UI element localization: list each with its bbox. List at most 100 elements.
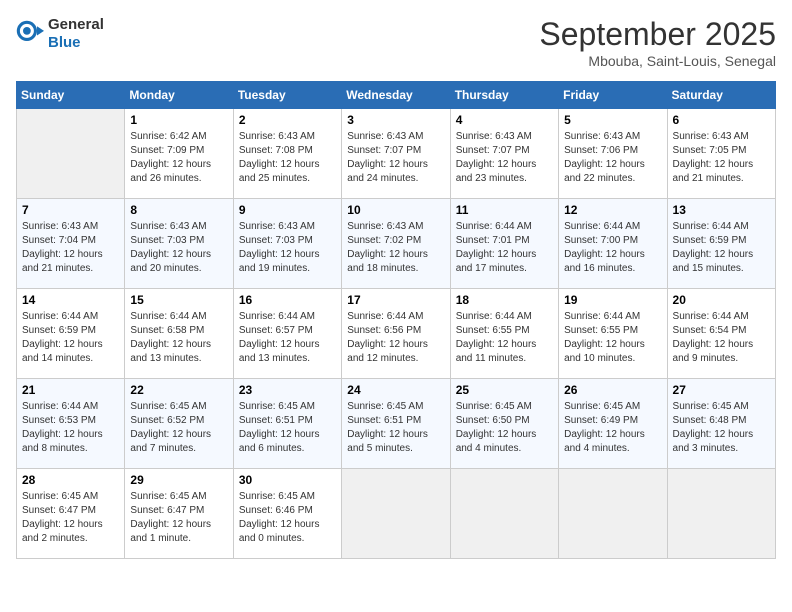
day-number: 20	[673, 293, 770, 307]
day-number: 7	[22, 203, 119, 217]
day-number: 24	[347, 383, 444, 397]
day-info: Sunrise: 6:43 AMSunset: 7:03 PMDaylight:…	[130, 220, 227, 276]
day-info: Sunrise: 6:44 AMSunset: 7:00 PMDaylight:…	[564, 220, 661, 276]
calendar-cell: 20 Sunrise: 6:44 AMSunset: 6:54 PMDayligh…	[667, 289, 775, 379]
day-info: Sunrise: 6:44 AMSunset: 6:56 PMDaylight:…	[347, 310, 444, 366]
day-info: Sunrise: 6:45 AMSunset: 6:47 PMDaylight:…	[130, 490, 227, 546]
day-number: 21	[22, 383, 119, 397]
day-info: Sunrise: 6:44 AMSunset: 6:59 PMDaylight:…	[673, 220, 770, 276]
day-number: 10	[347, 203, 444, 217]
day-number: 22	[130, 383, 227, 397]
calendar-cell: 25Sunrise: 6:45 AMSunset: 6:50 PMDayligh…	[450, 379, 558, 469]
day-info: Sunrise: 6:45 AMSunset: 6:46 PMDaylight:…	[239, 490, 336, 546]
day-number: 6	[673, 113, 770, 127]
col-header-wednesday: Wednesday	[342, 82, 450, 109]
calendar-cell: 4 Sunrise: 6:43 AMSunset: 7:07 PMDaylight…	[450, 109, 558, 199]
calendar-cell: 16 Sunrise: 6:44 AMSunset: 6:57 PMDayligh…	[233, 289, 341, 379]
day-info: Sunrise: 6:45 AMSunset: 6:52 PMDaylight:…	[130, 400, 227, 456]
day-info: Sunrise: 6:45 AMSunset: 6:48 PMDaylight:…	[673, 400, 770, 456]
day-info: Sunrise: 6:44 AMSunset: 6:58 PMDaylight:…	[130, 310, 227, 366]
calendar-cell: 3 Sunrise: 6:43 AMSunset: 7:07 PMDaylight…	[342, 109, 450, 199]
calendar-cell	[667, 469, 775, 559]
calendar-cell: 14 Sunrise: 6:44 AMSunset: 6:59 PMDayligh…	[17, 289, 125, 379]
calendar-cell	[450, 469, 558, 559]
day-number: 27	[673, 383, 770, 397]
col-header-sunday: Sunday	[17, 82, 125, 109]
day-info: Sunrise: 6:43 AMSunset: 7:02 PMDaylight:…	[347, 220, 444, 276]
calendar-cell: 2Sunrise: 6:43 AMSunset: 7:08 PMDaylight…	[233, 109, 341, 199]
day-info: Sunrise: 6:43 AMSunset: 7:08 PMDaylight:…	[239, 130, 336, 186]
calendar-cell: 15 Sunrise: 6:44 AMSunset: 6:58 PMDayligh…	[125, 289, 233, 379]
day-number: 16	[239, 293, 336, 307]
day-number: 3	[347, 113, 444, 127]
calendar-week-row: 1 Sunrise: 6:42 AMSunset: 7:09 PMDaylight…	[17, 109, 776, 199]
calendar-cell: 11Sunrise: 6:44 AMSunset: 7:01 PMDayligh…	[450, 199, 558, 289]
calendar-week-row: 21 Sunrise: 6:44 AMSunset: 6:53 PMDayligh…	[17, 379, 776, 469]
day-info: Sunrise: 6:43 AMSunset: 7:07 PMDaylight:…	[456, 130, 553, 186]
location-subtitle: Mbouba, Saint-Louis, Senegal	[539, 53, 776, 69]
day-info: Sunrise: 6:45 AMSunset: 6:47 PMDaylight:…	[22, 490, 119, 546]
day-number: 1	[130, 113, 227, 127]
calendar-cell	[342, 469, 450, 559]
calendar-cell: 1 Sunrise: 6:42 AMSunset: 7:09 PMDaylight…	[125, 109, 233, 199]
calendar-cell: 24 Sunrise: 6:45 AMSunset: 6:51 PMDayligh…	[342, 379, 450, 469]
calendar-cell: 26 Sunrise: 6:45 AMSunset: 6:49 PMDayligh…	[559, 379, 667, 469]
logo-icon	[16, 20, 44, 48]
calendar-cell: 28Sunrise: 6:45 AMSunset: 6:47 PMDayligh…	[17, 469, 125, 559]
day-info: Sunrise: 6:43 AMSunset: 7:07 PMDaylight:…	[347, 130, 444, 186]
calendar-cell: 10 Sunrise: 6:43 AMSunset: 7:02 PMDayligh…	[342, 199, 450, 289]
day-number: 15	[130, 293, 227, 307]
calendar-cell: 29 Sunrise: 6:45 AMSunset: 6:47 PMDayligh…	[125, 469, 233, 559]
logo-text-blue: Blue	[48, 34, 81, 51]
day-info: Sunrise: 6:43 AMSunset: 7:03 PMDaylight:…	[239, 220, 336, 276]
day-number: 30	[239, 473, 336, 487]
calendar-cell	[17, 109, 125, 199]
calendar-week-row: 28Sunrise: 6:45 AMSunset: 6:47 PMDayligh…	[17, 469, 776, 559]
calendar-cell: 22 Sunrise: 6:45 AMSunset: 6:52 PMDayligh…	[125, 379, 233, 469]
calendar-cell: 7 Sunrise: 6:43 AMSunset: 7:04 PMDaylight…	[17, 199, 125, 289]
day-info: Sunrise: 6:42 AMSunset: 7:09 PMDaylight:…	[130, 130, 227, 186]
title-block: September 2025 Mbouba, Saint-Louis, Sene…	[539, 16, 776, 69]
calendar-cell: 12Sunrise: 6:44 AMSunset: 7:00 PMDayligh…	[559, 199, 667, 289]
day-number: 13	[673, 203, 770, 217]
day-info: Sunrise: 6:43 AMSunset: 7:05 PMDaylight:…	[673, 130, 770, 186]
calendar-cell: 27 Sunrise: 6:45 AMSunset: 6:48 PMDayligh…	[667, 379, 775, 469]
calendar-cell: 8 Sunrise: 6:43 AMSunset: 7:03 PMDaylight…	[125, 199, 233, 289]
month-title: September 2025	[539, 16, 776, 53]
day-info: Sunrise: 6:44 AMSunset: 6:55 PMDaylight:…	[456, 310, 553, 366]
day-number: 8	[130, 203, 227, 217]
day-info: Sunrise: 6:44 AMSunset: 6:55 PMDaylight:…	[564, 310, 661, 366]
calendar-cell: 9Sunrise: 6:43 AMSunset: 7:03 PMDaylight…	[233, 199, 341, 289]
calendar-cell: 5 Sunrise: 6:43 AMSunset: 7:06 PMDaylight…	[559, 109, 667, 199]
day-info: Sunrise: 6:43 AMSunset: 7:04 PMDaylight:…	[22, 220, 119, 276]
day-number: 19	[564, 293, 661, 307]
day-info: Sunrise: 6:44 AMSunset: 6:57 PMDaylight:…	[239, 310, 336, 366]
col-header-thursday: Thursday	[450, 82, 558, 109]
calendar-week-row: 7 Sunrise: 6:43 AMSunset: 7:04 PMDaylight…	[17, 199, 776, 289]
day-info: Sunrise: 6:44 AMSunset: 6:59 PMDaylight:…	[22, 310, 119, 366]
day-number: 26	[564, 383, 661, 397]
day-info: Sunrise: 6:45 AMSunset: 6:49 PMDaylight:…	[564, 400, 661, 456]
col-header-saturday: Saturday	[667, 82, 775, 109]
day-info: Sunrise: 6:44 AMSunset: 6:54 PMDaylight:…	[673, 310, 770, 366]
day-number: 4	[456, 113, 553, 127]
day-number: 5	[564, 113, 661, 127]
day-number: 25	[456, 383, 553, 397]
day-info: Sunrise: 6:43 AMSunset: 7:06 PMDaylight:…	[564, 130, 661, 186]
calendar-cell: 30 Sunrise: 6:45 AMSunset: 6:46 PMDayligh…	[233, 469, 341, 559]
day-info: Sunrise: 6:45 AMSunset: 6:51 PMDaylight:…	[239, 400, 336, 456]
day-info: Sunrise: 6:44 AMSunset: 6:53 PMDaylight:…	[22, 400, 119, 456]
day-info: Sunrise: 6:45 AMSunset: 6:51 PMDaylight:…	[347, 400, 444, 456]
day-number: 18	[456, 293, 553, 307]
calendar-cell: 19 Sunrise: 6:44 AMSunset: 6:55 PMDayligh…	[559, 289, 667, 379]
day-number: 14	[22, 293, 119, 307]
calendar-table: SundayMondayTuesdayWednesdayThursdayFrid…	[16, 81, 776, 559]
calendar-cell: 21 Sunrise: 6:44 AMSunset: 6:53 PMDayligh…	[17, 379, 125, 469]
calendar-header-row: SundayMondayTuesdayWednesdayThursdayFrid…	[17, 82, 776, 109]
page-header: General Blue September 2025 Mbouba, Sain…	[16, 16, 776, 69]
day-number: 29	[130, 473, 227, 487]
calendar-cell: 13 Sunrise: 6:44 AMSunset: 6:59 PMDayligh…	[667, 199, 775, 289]
day-number: 11	[456, 203, 553, 217]
col-header-tuesday: Tuesday	[233, 82, 341, 109]
calendar-cell: 17Sunrise: 6:44 AMSunset: 6:56 PMDayligh…	[342, 289, 450, 379]
